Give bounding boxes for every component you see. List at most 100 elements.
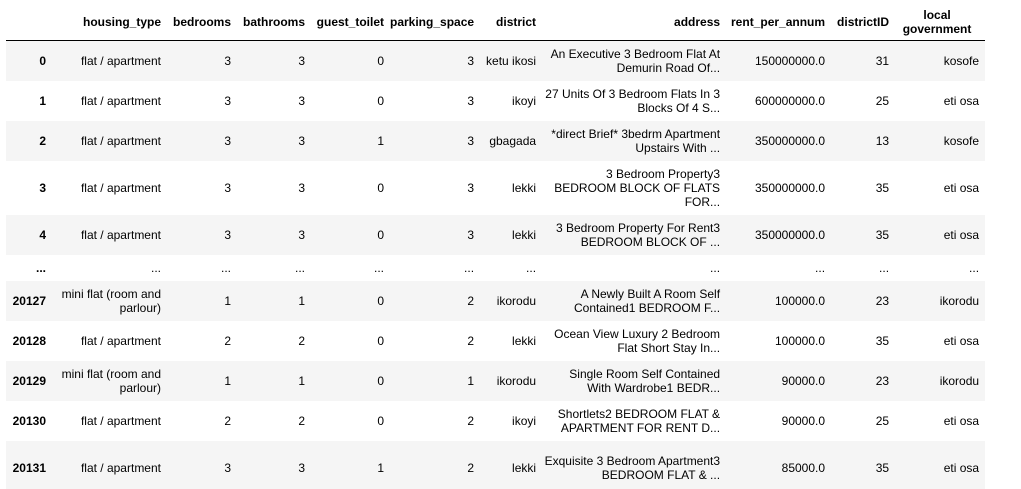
cell-parking-space: 2 bbox=[467, 334, 475, 348]
dataframe-output: housing_type bedrooms bathrooms guest_to… bbox=[0, 0, 1021, 489]
cell-address: Single Room Self Contained With Wardrobe… bbox=[569, 367, 721, 395]
cell-bedrooms: 3 bbox=[224, 181, 231, 195]
cell-guest-toilet: 1 bbox=[377, 134, 384, 148]
table-row: 4 flat / apartment 3 3 0 3 lekki 3 Bedro… bbox=[6, 215, 986, 255]
cell-district: lekki bbox=[512, 461, 537, 475]
cell-rent-per-annum: 350000000.0 bbox=[754, 181, 826, 195]
cell-rent-per-annum: 100000.0 bbox=[774, 294, 826, 308]
row-index: 2 bbox=[39, 134, 46, 148]
table-row: 20128 flat / apartment 2 2 0 2 lekki Oce… bbox=[6, 321, 986, 361]
cell-local-government: eti osa bbox=[943, 181, 980, 195]
cell-housing-type: flat / apartment bbox=[80, 414, 161, 428]
header-index bbox=[6, 4, 52, 41]
header-address: address bbox=[542, 4, 727, 41]
cell-bedrooms: 2 bbox=[224, 334, 231, 348]
header-row: housing_type bedrooms bathrooms guest_to… bbox=[6, 4, 986, 41]
cell-parking-space: 1 bbox=[467, 374, 475, 388]
cell-address: Exquisite 3 Bedroom Apartment3 BEDROOM F… bbox=[544, 454, 721, 482]
header-bedrooms: bedrooms bbox=[167, 4, 237, 41]
cell-local-government: ... bbox=[969, 261, 980, 275]
cell-bathrooms: 3 bbox=[298, 94, 305, 108]
cell-housing-type: flat / apartment bbox=[80, 94, 161, 108]
cell-local-government: eti osa bbox=[943, 334, 980, 348]
cell-rent-per-annum: 90000.0 bbox=[781, 374, 826, 388]
cell-district: ikoyi bbox=[512, 94, 537, 108]
cell-bedrooms: 2 bbox=[224, 414, 231, 428]
cell-rent-per-annum: 90000.0 bbox=[781, 414, 826, 428]
cell-district-id: 23 bbox=[875, 294, 890, 308]
cell-district: ikoyi bbox=[512, 414, 537, 428]
cell-district-id: 35 bbox=[875, 228, 890, 242]
cell-bedrooms: 3 bbox=[224, 134, 231, 148]
header-district: district bbox=[480, 4, 543, 41]
cell-guest-toilet: 0 bbox=[377, 181, 384, 195]
cell-local-government: ikorodu bbox=[939, 294, 980, 308]
cell-rent-per-annum: 350000000.0 bbox=[754, 134, 826, 148]
cell-bedrooms: 3 bbox=[224, 94, 231, 108]
cell-guest-toilet: 0 bbox=[377, 228, 384, 242]
table-row: 20130 flat / apartment 2 2 0 2 ikoyi Sho… bbox=[6, 401, 986, 441]
cell-address: *direct Brief* 3bedrm Apartment Upstairs… bbox=[551, 127, 721, 155]
cell-address: A Newly Built A Room Self Contained1 BED… bbox=[573, 287, 721, 315]
ellipsis-row: ... ... ... ... ... ... ... ... ... ... … bbox=[6, 255, 986, 281]
cell-rent-per-annum: 85000.0 bbox=[781, 461, 826, 475]
cell-parking-space: 3 bbox=[467, 134, 475, 148]
table-row: 20131 flat / apartment 3 3 1 2 lekki Exq… bbox=[6, 441, 986, 489]
cell-local-government: kosofe bbox=[943, 54, 980, 68]
cell-bathrooms: 3 bbox=[298, 228, 305, 242]
cell-address: 27 Units Of 3 Bedroom Flats In 3 Blocks … bbox=[545, 87, 721, 115]
cell-bedrooms: 1 bbox=[224, 294, 231, 308]
header-local-government: local government bbox=[895, 4, 986, 41]
cell-address: An Executive 3 Bedroom Flat At Demurin R… bbox=[550, 47, 721, 75]
cell-rent-per-annum: 150000000.0 bbox=[754, 54, 826, 68]
cell-local-government: eti osa bbox=[943, 94, 980, 108]
header-district-id: districtID bbox=[831, 4, 896, 41]
cell-district-id: ... bbox=[879, 261, 890, 275]
cell-guest-toilet: 1 bbox=[377, 461, 384, 475]
cell-district: ikorodu bbox=[496, 374, 537, 388]
cell-bathrooms: 2 bbox=[298, 414, 305, 428]
table-row: 1 flat / apartment 3 3 0 3 ikoyi 27 Unit… bbox=[6, 81, 986, 121]
cell-housing-type: flat / apartment bbox=[80, 334, 161, 348]
cell-guest-toilet: 0 bbox=[377, 334, 384, 348]
cell-guest-toilet: ... bbox=[373, 261, 384, 275]
cell-parking-space: 3 bbox=[467, 181, 475, 195]
row-index: 0 bbox=[39, 54, 46, 68]
cell-rent-per-annum: ... bbox=[815, 261, 826, 275]
cell-guest-toilet: 0 bbox=[377, 374, 384, 388]
cell-district-id: 35 bbox=[875, 461, 890, 475]
row-index: 20130 bbox=[12, 414, 46, 428]
cell-bathrooms: 1 bbox=[298, 374, 305, 388]
cell-district: lekki bbox=[512, 334, 537, 348]
cell-bathrooms: 3 bbox=[298, 54, 305, 68]
cell-parking-space: 2 bbox=[467, 461, 475, 475]
row-index: 20131 bbox=[12, 461, 46, 475]
cell-housing-type: flat / apartment bbox=[80, 228, 161, 242]
cell-housing-type: mini flat (room and parlour) bbox=[61, 367, 161, 395]
cell-housing-type: ... bbox=[150, 261, 161, 275]
cell-district: ikorodu bbox=[496, 294, 537, 308]
cell-bathrooms: ... bbox=[294, 261, 305, 275]
cell-district-id: 25 bbox=[875, 94, 890, 108]
cell-address: ... bbox=[710, 261, 721, 275]
row-index: 20127 bbox=[12, 294, 46, 308]
cell-housing-type: flat / apartment bbox=[80, 134, 161, 148]
table-row: 0 flat / apartment 3 3 0 3 ketu ikosi An… bbox=[6, 40, 986, 81]
cell-district: lekki bbox=[512, 228, 537, 242]
cell-guest-toilet: 0 bbox=[377, 94, 384, 108]
cell-district-id: 25 bbox=[875, 414, 890, 428]
cell-parking-space: ... bbox=[464, 261, 475, 275]
row-index: 4 bbox=[39, 228, 46, 242]
header-rent-per-annum: rent_per_annum bbox=[726, 4, 832, 41]
cell-bathrooms: 3 bbox=[298, 134, 305, 148]
dataframe-table: housing_type bedrooms bathrooms guest_to… bbox=[6, 4, 986, 489]
cell-bedrooms: 3 bbox=[224, 54, 231, 68]
cell-bathrooms: 3 bbox=[298, 461, 305, 475]
cell-district-id: 23 bbox=[875, 374, 890, 388]
cell-rent-per-annum: 600000000.0 bbox=[754, 94, 826, 108]
header-guest-toilet: guest_toilet bbox=[311, 4, 390, 41]
cell-district: gbagada bbox=[489, 134, 537, 148]
table-row: 2 flat / apartment 3 3 1 3 gbagada *dire… bbox=[6, 121, 986, 161]
cell-parking-space: 3 bbox=[467, 228, 475, 242]
cell-parking-space: 2 bbox=[467, 414, 475, 428]
